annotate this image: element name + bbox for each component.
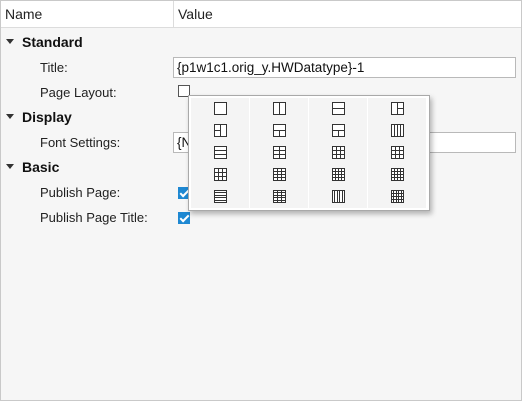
table-header: Name Value	[1, 1, 521, 28]
layout-column	[309, 98, 367, 208]
layout-2-rows-icon[interactable]	[309, 98, 367, 120]
page-layout-picker	[188, 95, 430, 211]
layout-4-columns-icon[interactable]	[368, 120, 426, 142]
page-layout-label: Page Layout:	[40, 85, 117, 100]
expand-caret-icon[interactable]	[6, 114, 14, 119]
layout-grid-4x4-icon[interactable]	[309, 164, 367, 186]
column-divider[interactable]	[173, 1, 174, 27]
font-settings-label: Font Settings:	[40, 135, 121, 150]
section-standard[interactable]: Standard	[1, 30, 521, 55]
layout-column	[368, 98, 426, 208]
layout-grid-3x3b-icon[interactable]	[309, 142, 367, 164]
layout-column	[191, 98, 249, 208]
name-column-header[interactable]: Name	[5, 1, 42, 27]
layout-grid-4x3-icon[interactable]	[250, 164, 308, 186]
expand-caret-icon[interactable]	[6, 164, 14, 169]
title-field[interactable]: {p1w1c1.orig_y.HWDatatype}-1	[173, 57, 516, 78]
publish-page-label: Publish Page:	[40, 185, 121, 200]
section-title: Display	[22, 109, 72, 125]
layout-left-split-icon[interactable]	[191, 120, 249, 142]
layout-grid-2x3-icon[interactable]	[250, 142, 308, 164]
layout-3-rows-icon[interactable]	[191, 142, 249, 164]
layout-grid-5x3-icon[interactable]	[250, 186, 308, 208]
value-column-header[interactable]: Value	[178, 1, 213, 27]
layout-grid-4x5-icon[interactable]	[368, 186, 426, 208]
layout-top-split-icon[interactable]	[250, 120, 308, 142]
layout-grid-3x3c-icon[interactable]	[368, 142, 426, 164]
layout-grid-4x4b-icon[interactable]	[368, 164, 426, 186]
layout-right-split-icon[interactable]	[368, 98, 426, 120]
layout-bottom-split-icon[interactable]	[309, 120, 367, 142]
section-title: Basic	[22, 159, 60, 175]
publish-page-title-label: Publish Page Title:	[40, 210, 148, 225]
section-title: Standard	[22, 34, 83, 50]
layout-grid-3x3-icon[interactable]	[191, 164, 249, 186]
title-row: Title: {p1w1c1.orig_y.HWDatatype}-1	[1, 55, 521, 80]
layout-1x1-icon[interactable]	[191, 98, 249, 120]
layout-2-columns-icon[interactable]	[250, 98, 308, 120]
title-label: Title:	[40, 60, 68, 75]
publish-page-title-checkbox[interactable]	[178, 212, 190, 224]
expand-caret-icon[interactable]	[6, 39, 14, 44]
layout-column	[250, 98, 308, 208]
layout-grid-5-columns-icon[interactable]	[309, 186, 367, 208]
layout-5-rows-icon[interactable]	[191, 186, 249, 208]
